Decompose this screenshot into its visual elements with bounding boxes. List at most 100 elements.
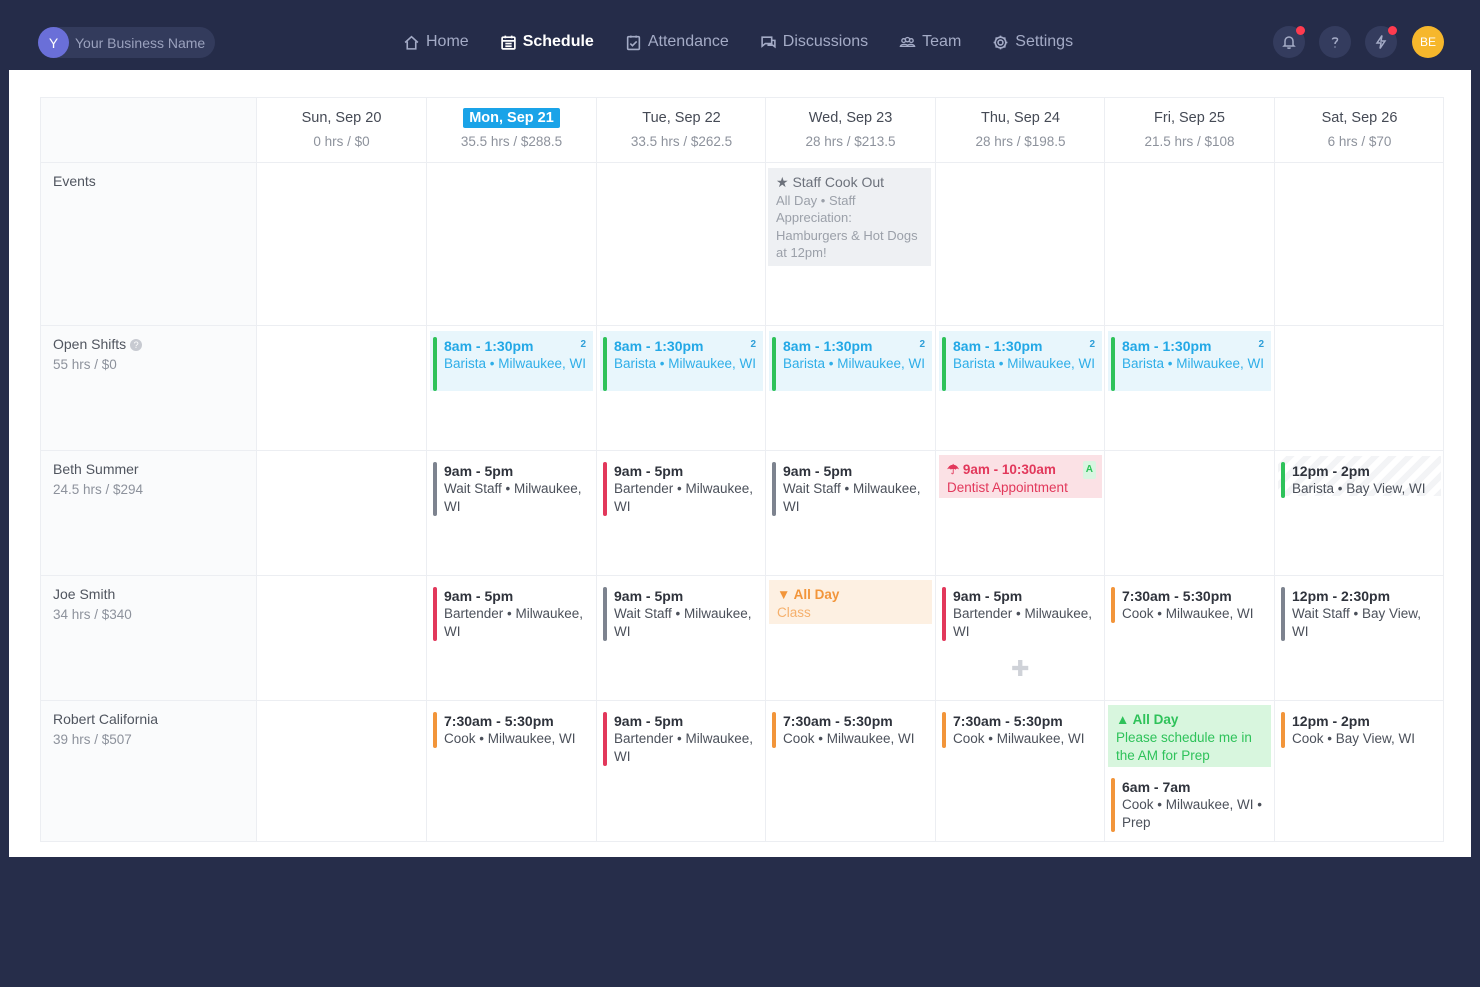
question-icon [1331,37,1339,48]
shift-desc: Bartender • Milwaukee, WI [614,731,754,764]
user-avatar[interactable]: BE [1412,26,1444,58]
row-label-employee[interactable]: Beth Summer 24.5 hrs / $294 [53,461,143,497]
shift-time: 7:30am - 5:30pm [1122,588,1232,604]
updates-button[interactable] [1365,26,1397,58]
shift-card[interactable]: 7:30am - 5:30pm Cook • Milwaukee, WI [1108,581,1271,627]
row-summary: 39 hrs / $507 [53,732,132,747]
open-shift-card[interactable]: 8am - 1:30pm Barista • Milwaukee, WI 2 [600,331,763,391]
business-avatar: Y [38,27,69,58]
shift-time: 12pm - 2:30pm [1292,588,1391,604]
nav-home[interactable]: Home [403,30,469,54]
shift-card[interactable]: 9am - 5pm Bartender • Milwaukee, WI [600,456,763,520]
open-shift-card[interactable]: 8am - 1:30pm Barista • Milwaukee, WI 2 [430,331,593,391]
event-title: Staff Cook Out [792,174,885,190]
day-header-today[interactable]: Mon, Sep 21 35.5 hrs / $288.5 [427,98,596,161]
nav-schedule-label: Schedule [522,33,594,50]
notifications-button[interactable] [1273,26,1305,58]
shift-time: 9am - 5pm [444,463,514,479]
bell-icon [1282,36,1296,49]
clipboard-icon [626,35,640,50]
open-count-badge: 2 [919,339,925,350]
row-name: Events [53,173,96,189]
availability-note: Please schedule me in the AM for Prep [1116,730,1252,763]
open-count-badge: 2 [1089,339,1095,350]
add-shift-icon[interactable]: ✚ [1011,656,1029,682]
lightning-icon [1375,35,1387,49]
business-switcher[interactable]: Y Your Business Name [38,27,216,58]
shift-time: 6am - 7am [1122,779,1191,795]
shift-card[interactable]: 7:30am - 5:30pm Cook • Milwaukee, WI [769,706,932,752]
open-shift-card[interactable]: 8am - 1:30pm Barista • Milwaukee, WI 2 [769,331,932,391]
nav-team[interactable]: Team [899,30,961,54]
time-off-card[interactable]: ☂ 9am - 10:30am Dentist Appointment A [939,455,1102,498]
palm-tree-icon: ☂ [947,462,960,477]
top-nav: Y Your Business Name Home Schedule Atten… [0,0,1480,70]
shift-time: 7:30am - 5:30pm [953,713,1063,729]
day-name: Sun, Sep 20 [301,110,382,126]
shift-card[interactable]: 7:30am - 5:30pm Cook • Milwaukee, WI [939,706,1102,752]
shift-card[interactable]: 7:30am - 5:30pm Cook • Milwaukee, WI [430,706,593,752]
shift-desc: Cook • Milwaukee, WI [444,731,576,746]
shift-card[interactable]: 9am - 5pm Wait Staff • Milwaukee, WI [600,581,763,645]
shift-desc: Bartender • Milwaukee, WI [614,481,754,514]
nav-discussions[interactable]: Discussions [760,30,868,54]
day-header[interactable]: Sat, Sep 26 6 hrs / $70 [1275,98,1444,161]
time-off-reason: Dentist Appointment [947,480,1068,495]
shift-card[interactable]: 12pm - 2pm Barista • Bay View, WI [1278,456,1441,498]
help-button[interactable] [1319,26,1351,58]
shift-time: 8am - 1:30pm [1122,338,1212,354]
day-header[interactable]: Thu, Sep 24 28 hrs / $198.5 [936,98,1105,161]
shift-time: 8am - 1:30pm [444,338,534,354]
day-summary: 6 hrs / $70 [1327,134,1392,149]
unavailable-card[interactable]: ▼ All Day Class [769,580,932,624]
star-icon: ★ [776,174,789,190]
shift-desc: Cook • Milwaukee, WI • Prep [1122,797,1262,830]
open-shift-card[interactable]: 8am - 1:30pm Barista • Milwaukee, WI 2 [1108,331,1271,391]
day-name: Fri, Sep 25 [1154,110,1225,126]
shift-time: 9am - 5pm [614,588,684,604]
home-icon [404,35,419,50]
shift-desc: Barista • Milwaukee, WI [783,356,926,371]
shift-card[interactable]: 12pm - 2pm Cook • Bay View, WI [1278,706,1441,752]
day-header[interactable]: Fri, Sep 25 21.5 hrs / $108 [1105,98,1274,161]
open-shift-card[interactable]: 8am - 1:30pm Barista • Milwaukee, WI 2 [939,331,1102,391]
shift-card[interactable]: 9am - 5pm Wait Staff • Milwaukee, WI [430,456,593,520]
nav-schedule[interactable]: Schedule [500,30,594,54]
day-summary: 28 hrs / $213.5 [805,134,896,149]
shift-card[interactable]: 9am - 5pm Wait Staff • Milwaukee, WI [769,456,932,520]
help-icon[interactable]: ? [130,339,143,351]
shift-desc: Bartender • Milwaukee, WI [953,606,1093,639]
day-summary: 33.5 hrs / $262.5 [630,134,733,149]
shift-time: 9am - 5pm [614,463,684,479]
shift-desc: Cook • Milwaukee, WI [953,731,1085,746]
team-icon [899,36,916,47]
nav-attendance[interactable]: Attendance [625,30,729,54]
shift-card[interactable]: 9am - 5pm Bartender • Milwaukee, WI [939,581,1102,645]
row-name: Open Shifts [53,336,127,352]
availability-request-card[interactable]: ▲ All Day Please schedule me in the AM f… [1108,705,1271,767]
shift-desc: Cook • Bay View, WI [1292,731,1416,746]
row-summary: 34 hrs / $340 [53,607,132,622]
shift-desc: Wait Staff • Milwaukee, WI [783,481,921,514]
shift-time: 12pm - 2pm [1292,713,1370,729]
shift-card[interactable]: 9am - 5pm Bartender • Milwaukee, WI [430,581,593,645]
nav-settings[interactable]: Settings [992,30,1073,54]
event-card[interactable]: ★ Staff Cook Out All Day • Staff Appreci… [768,168,931,266]
row-label-employee[interactable]: Joe Smith 34 hrs / $340 [53,586,132,622]
day-header[interactable]: Tue, Sep 22 33.5 hrs / $262.5 [597,98,766,161]
day-name: Thu, Sep 24 [981,110,1060,126]
row-label-employee[interactable]: Robert California 39 hrs / $507 [53,711,158,747]
day-header[interactable]: Sun, Sep 20 0 hrs / $0 [257,98,426,161]
shift-time: 8am - 1:30pm [783,338,873,354]
shift-card[interactable]: 6am - 7am Cook • Milwaukee, WI • Prep [1108,772,1271,836]
nav-attendance-label: Attendance [647,33,729,50]
day-header[interactable]: Wed, Sep 23 28 hrs / $213.5 [766,98,935,161]
shift-card[interactable]: 9am - 5pm Bartender • Milwaukee, WI [600,706,763,770]
shift-desc: Wait Staff • Milwaukee, WI [614,606,752,639]
row-summary: 24.5 hrs / $294 [53,482,144,497]
shift-desc: Bartender • Milwaukee, WI [444,606,584,639]
shift-card[interactable]: 12pm - 2:30pm Wait Staff • Bay View, WI [1278,581,1441,645]
schedule-panel: Sun, Sep 20 0 hrs / $0 Mon, Sep 21 35.5 … [9,70,1471,857]
shift-desc: Barista • Bay View, WI [1292,481,1426,496]
chat-icon [761,35,776,48]
